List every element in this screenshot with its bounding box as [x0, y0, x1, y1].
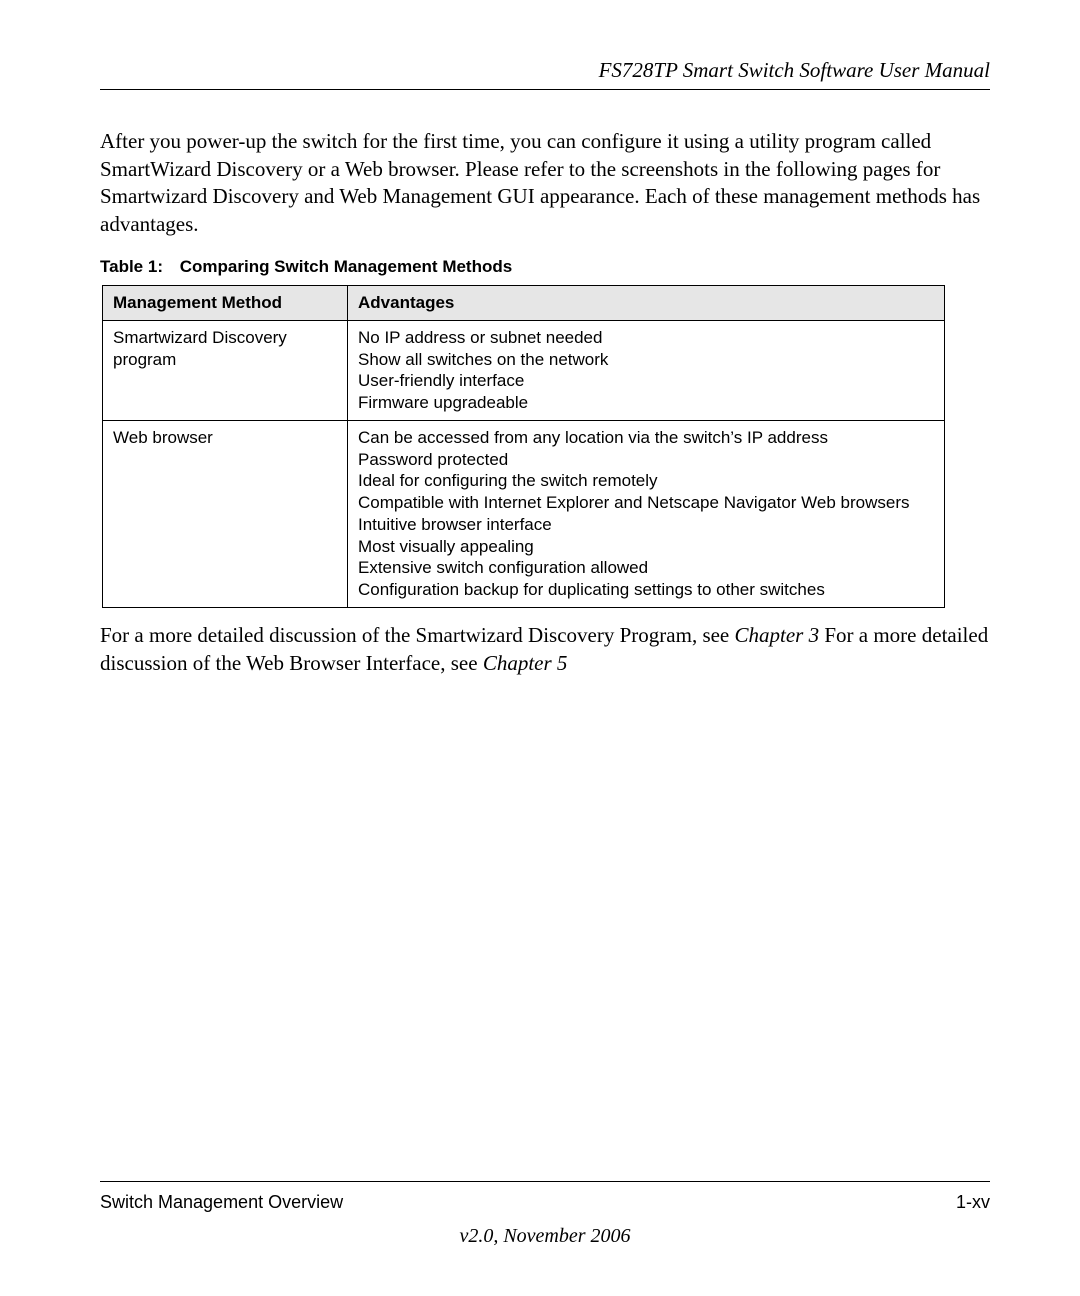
footer-rule [100, 1181, 990, 1182]
table-cell-method: Web browser [103, 420, 348, 607]
table-header-advantages: Advantages [348, 285, 945, 320]
advantage-line: Intuitive browser interface [358, 514, 934, 536]
advantage-line: Firmware upgradeable [358, 392, 934, 414]
advantage-line: No IP address or subnet needed [358, 327, 934, 349]
after-text-1: For a more detailed discussion of the Sm… [100, 623, 735, 647]
after-table-paragraph: For a more detailed discussion of the Sm… [100, 622, 990, 678]
footer-page-number: 1-xv [956, 1192, 990, 1213]
header-rule [100, 89, 990, 90]
table-caption: Table 1: Comparing Switch Management Met… [100, 257, 990, 277]
table-cell-advantages: No IP address or subnet needed Show all … [348, 320, 945, 420]
advantage-line: Show all switches on the network [358, 349, 934, 371]
footer-version: v2.0, November 2006 [100, 1225, 990, 1248]
table-caption-title: Comparing Switch Management Methods [180, 257, 512, 276]
management-methods-table: Management Method Advantages Smartwizard… [102, 285, 945, 608]
chapter-ref-3: Chapter 3 [735, 623, 820, 647]
table-header-row: Management Method Advantages [103, 285, 945, 320]
table-cell-method: Smartwizard Discovery program [103, 320, 348, 420]
table-caption-label: Table 1: [100, 257, 175, 277]
doc-header-title: FS728TP Smart Switch Software User Manua… [100, 58, 990, 83]
advantage-line: User-friendly interface [358, 370, 934, 392]
chapter-ref-5: Chapter 5 [483, 651, 568, 675]
table-header-method: Management Method [103, 285, 348, 320]
advantage-line: Compatible with Internet Explorer and Ne… [358, 492, 934, 514]
advantage-line: Ideal for configuring the switch remotel… [358, 470, 934, 492]
table-cell-advantages: Can be accessed from any location via th… [348, 420, 945, 607]
advantage-line: Password protected [358, 449, 934, 471]
advantage-line: Can be accessed from any location via th… [358, 427, 934, 449]
footer-section: Switch Management Overview [100, 1192, 343, 1213]
advantage-line: Configuration backup for duplicating set… [358, 579, 934, 601]
intro-paragraph: After you power-up the switch for the fi… [100, 128, 990, 239]
page-footer: Switch Management Overview 1-xv v2.0, No… [100, 1181, 990, 1248]
advantage-line: Most visually appealing [358, 536, 934, 558]
table-row: Web browser Can be accessed from any loc… [103, 420, 945, 607]
table-row: Smartwizard Discovery program No IP addr… [103, 320, 945, 420]
advantage-line: Extensive switch configuration allowed [358, 557, 934, 579]
